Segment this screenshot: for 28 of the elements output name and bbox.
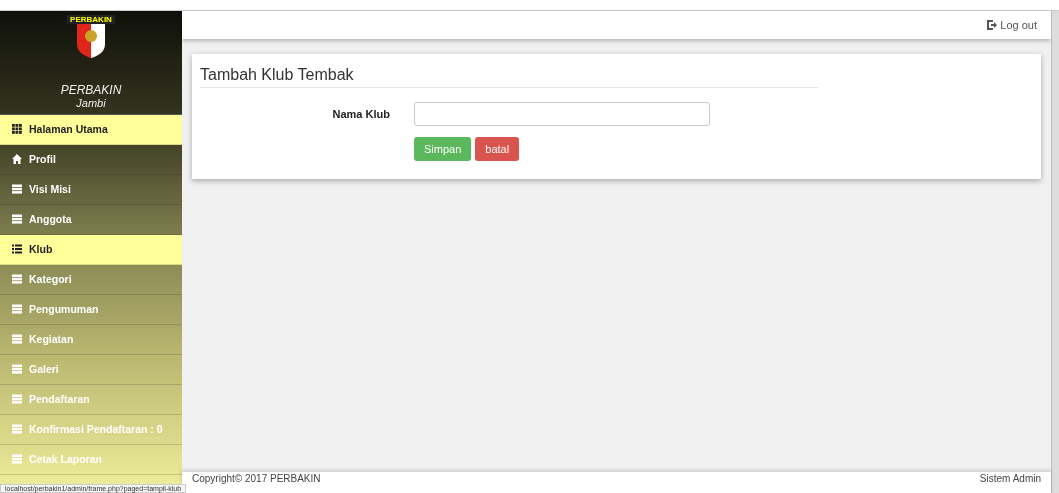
cancel-button[interactable]: batal bbox=[475, 137, 520, 161]
form-title: Tambah Klub Tembak bbox=[200, 66, 818, 88]
grid-icon bbox=[12, 124, 22, 134]
shield-emblem-icon bbox=[76, 24, 106, 58]
logout-link[interactable]: Log out bbox=[987, 19, 1037, 31]
sidebar-subtitle: Jambi bbox=[76, 97, 106, 109]
table-icon bbox=[12, 334, 22, 344]
table-icon bbox=[12, 184, 22, 194]
scrollbar[interactable] bbox=[1051, 11, 1059, 493]
input-field[interactable] bbox=[414, 102, 710, 126]
home-icon bbox=[12, 154, 22, 164]
save-button[interactable]: Simpan bbox=[414, 137, 472, 161]
table-icon bbox=[12, 454, 22, 464]
table-icon bbox=[12, 274, 22, 284]
logout-icon bbox=[987, 20, 998, 30]
table-icon bbox=[12, 364, 22, 374]
sidebar-item[interactable]: Klub bbox=[0, 235, 182, 265]
list-icon bbox=[12, 244, 22, 254]
table-icon bbox=[12, 424, 22, 434]
footer-user: Sistem Admin bbox=[979, 473, 1041, 484]
field-label: Nama Klub bbox=[331, 108, 391, 120]
table-icon bbox=[12, 394, 22, 404]
copyright-text: Copyright© 2017 PERBAKIN bbox=[192, 473, 321, 484]
sidebar-item[interactable]: Halaman Utama bbox=[0, 115, 182, 145]
logo-text: PERBAKIN bbox=[67, 15, 115, 24]
table-icon bbox=[12, 214, 22, 224]
sidebar-title: PERBAKIN bbox=[60, 84, 122, 97]
table-icon bbox=[12, 304, 22, 314]
